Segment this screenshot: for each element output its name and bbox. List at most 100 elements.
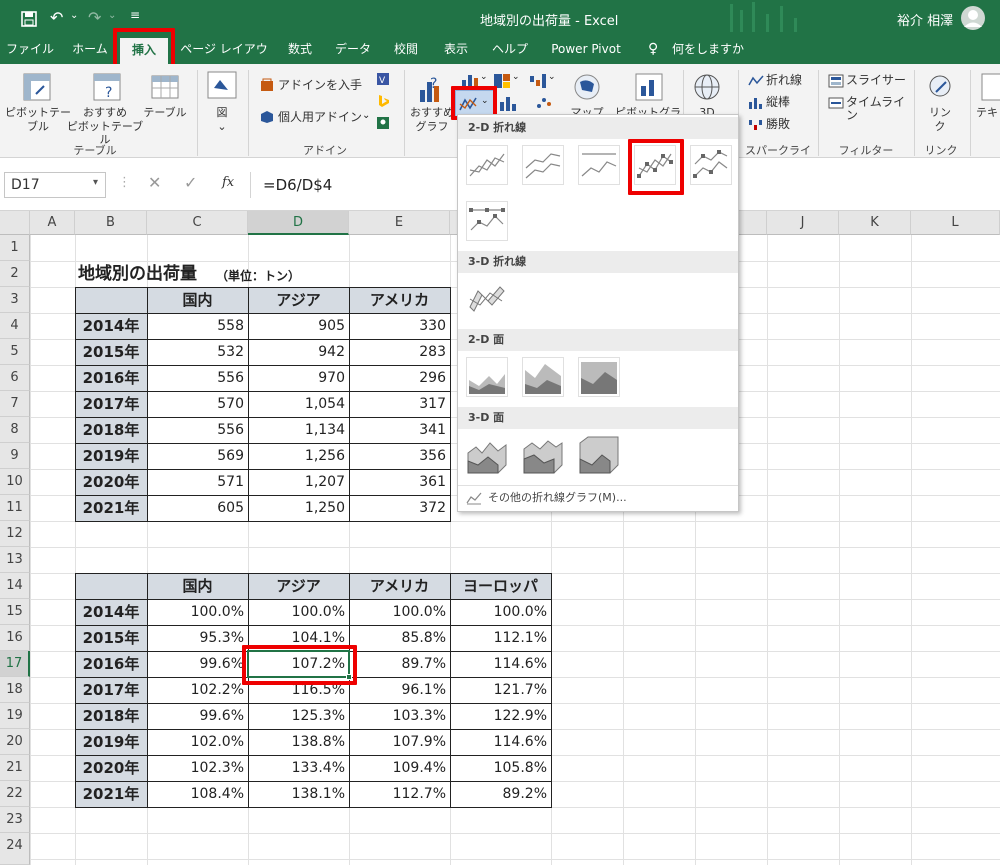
row-header[interactable]: 10	[0, 469, 30, 495]
tab-page-layout[interactable]: ページ レイアウト	[178, 36, 270, 82]
row-header[interactable]: 23	[0, 807, 30, 833]
tab-file[interactable]: ファイル	[4, 36, 56, 64]
recommended-pivot-button[interactable]: おすすめ	[66, 106, 144, 119]
column-header-k[interactable]: K	[839, 211, 911, 235]
name-box-dropdown-icon[interactable]: ▾	[93, 177, 98, 188]
column-header-e[interactable]: E	[349, 211, 450, 235]
tell-me-box[interactable]: 何をしますか	[670, 36, 746, 64]
table2-col-line	[349, 573, 350, 807]
tab-help[interactable]: ヘルプ	[486, 36, 534, 64]
get-addins-button[interactable]: アドインを入手	[278, 79, 378, 92]
column-chart-dropdown-icon[interactable]: ⌄	[480, 72, 488, 82]
table-button[interactable]: テーブル	[140, 106, 190, 119]
row-header[interactable]: 20	[0, 729, 30, 755]
tab-data[interactable]: データ	[330, 36, 376, 64]
enter-icon[interactable]: ✓	[184, 173, 197, 192]
chart-type-line[interactable]	[466, 145, 508, 185]
tab-formulas[interactable]: 数式	[280, 36, 320, 64]
row-header[interactable]: 18	[0, 677, 30, 703]
recommended-charts-button[interactable]: おすすめ	[408, 106, 456, 119]
illustrations-icon	[207, 71, 237, 99]
row-header[interactable]: 17	[0, 651, 30, 677]
row-header[interactable]: 7	[0, 391, 30, 417]
waterfall-chart-dropdown-icon[interactable]: ⌄	[548, 72, 556, 82]
bar-chart-icon[interactable]	[498, 94, 518, 112]
chart-type-stacked-area[interactable]	[522, 357, 564, 397]
row-header[interactable]: 14	[0, 573, 30, 599]
column-header-b[interactable]: B	[75, 211, 147, 235]
row-header[interactable]: 13	[0, 547, 30, 573]
column-header-l[interactable]: L	[911, 211, 1000, 235]
avatar-icon[interactable]	[960, 5, 986, 31]
row-header[interactable]: 3	[0, 287, 30, 313]
column-header-d[interactable]: D	[248, 211, 349, 235]
chart-type-stacked-line[interactable]	[522, 145, 564, 185]
chart-type-stacked-line-with-markers[interactable]	[690, 145, 732, 185]
chart-type-100-stacked-line-with-markers[interactable]	[466, 201, 508, 241]
row-header[interactable]: 9	[0, 443, 30, 469]
scatter-chart-icon[interactable]	[534, 94, 554, 112]
row-header[interactable]: 15	[0, 599, 30, 625]
column-header-c[interactable]: C	[147, 211, 248, 235]
row-header[interactable]: 8	[0, 417, 30, 443]
row-header[interactable]: 12	[0, 521, 30, 547]
chart-type-3d-line[interactable]	[466, 279, 508, 319]
redo-icon[interactable]: ↷	[88, 8, 101, 27]
bing-icon[interactable]	[376, 94, 390, 108]
tab-home[interactable]: ホーム	[64, 36, 116, 64]
sparkline-line-icon	[748, 75, 764, 86]
row-header[interactable]: 19	[0, 703, 30, 729]
row-header[interactable]: 16	[0, 625, 30, 651]
tab-view[interactable]: 表示	[436, 36, 476, 64]
chart-type-3d-area[interactable]	[466, 435, 508, 475]
sparkline-winloss-button[interactable]: 勝敗	[766, 118, 806, 131]
chart-type-3d-100-stacked-area[interactable]	[578, 435, 620, 475]
table2-col-line	[147, 573, 148, 807]
visio-icon[interactable]: V	[376, 72, 390, 86]
link-button[interactable]: リン	[920, 106, 960, 119]
personal-addins-dropdown-icon[interactable]: ⌄	[362, 110, 370, 121]
chart-type-100-stacked-line[interactable]	[578, 145, 620, 185]
insert-function-icon[interactable]: fx	[222, 175, 234, 190]
row-header[interactable]: 2	[0, 261, 30, 287]
row-header[interactable]: 22	[0, 781, 30, 807]
chart-type-area[interactable]	[466, 357, 508, 397]
tab-power-pivot[interactable]: Power Pivot	[546, 36, 626, 64]
undo-icon[interactable]: ↶	[50, 8, 63, 27]
chart-type-3d-stacked-area[interactable]	[522, 435, 564, 475]
grid-vline	[30, 235, 31, 865]
text-button[interactable]: テキ	[976, 106, 1000, 119]
row-header[interactable]: 1	[0, 235, 30, 261]
select-all-corner[interactable]	[0, 211, 30, 235]
sparkline-line-button[interactable]: 折れ線	[766, 74, 806, 87]
row-header[interactable]: 4	[0, 313, 30, 339]
highlight-line-with-markers	[628, 139, 684, 195]
timeline-button[interactable]: タイムライン	[846, 96, 906, 122]
save-icon[interactable]	[20, 10, 38, 28]
more-line-charts-link[interactable]: その他の折れ線グラフ(M)...	[488, 489, 627, 505]
row-header[interactable]: 6	[0, 365, 30, 391]
row-header[interactable]: 24	[0, 833, 30, 865]
row-header[interactable]: 21	[0, 755, 30, 781]
pivot-table-button[interactable]: ピボットテー	[4, 106, 72, 119]
grid-hline	[30, 547, 1000, 548]
sparkline-column-button[interactable]: 縦棒	[766, 96, 806, 109]
hierarchy-chart-dropdown-icon[interactable]: ⌄	[512, 72, 520, 82]
cancel-icon[interactable]: ✕	[148, 173, 161, 192]
tab-review[interactable]: 校閲	[386, 36, 426, 64]
row-header[interactable]: 11	[0, 495, 30, 521]
column-header-j[interactable]: J	[767, 211, 839, 235]
people-graph-icon[interactable]	[376, 116, 390, 130]
illustrations-button[interactable]: 図	[204, 106, 240, 119]
row-header[interactable]: 5	[0, 339, 30, 365]
name-box[interactable]: D17	[4, 172, 106, 198]
customize-qat-icon[interactable]: ≡	[130, 8, 140, 22]
chart-type-100-stacked-area[interactable]	[578, 357, 620, 397]
waterfall-chart-icon[interactable]	[528, 72, 548, 90]
column-header-a[interactable]: A	[30, 211, 75, 235]
table1-border	[75, 287, 451, 522]
slicer-button[interactable]: スライサー	[846, 74, 906, 87]
sparkline-column-icon	[749, 98, 762, 109]
illustrations-dropdown-icon[interactable]: ⌄	[204, 120, 240, 133]
undo-dropdown-icon[interactable]: ⌄	[70, 10, 78, 21]
